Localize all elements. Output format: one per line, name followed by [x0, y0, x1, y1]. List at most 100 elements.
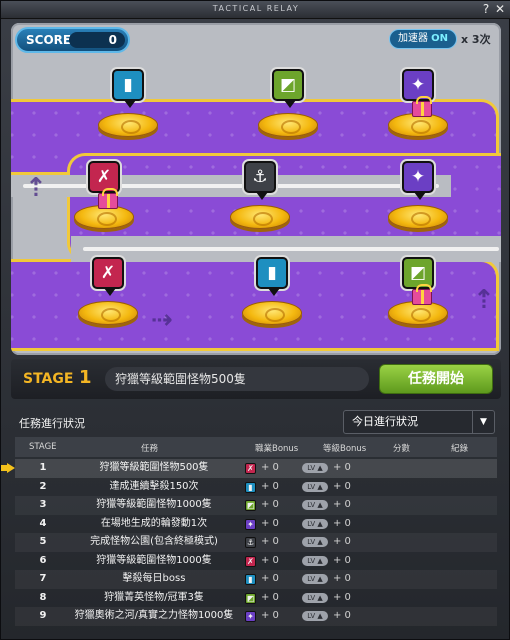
stage-node: ◩ — [385, 257, 451, 335]
stage-node: ▮ — [95, 69, 161, 147]
stage-number-cell: 5 — [39, 536, 47, 547]
arrow-right-icon: ⇢ — [151, 305, 173, 335]
help-button[interactable]: ? — [479, 2, 493, 16]
progress-filter-value: 今日進行狀況 — [352, 415, 418, 428]
col-task: 任務 — [141, 444, 159, 454]
table-row: 6 狩獵等級範圍怪物1000隻 ✗ + 0 LV ▲ + 0 — [15, 552, 497, 571]
stage-number-cell: 1 — [39, 462, 47, 473]
book-icon: ▮ — [256, 257, 288, 296]
anchor-icon: ⚓ — [244, 161, 276, 200]
stage-task-text: 狩獵等級範圍怪物500隻 — [105, 367, 369, 391]
stage-node: ✗ — [71, 161, 137, 239]
sword-icon: ✗ — [245, 463, 256, 474]
gift-box-icon — [98, 188, 118, 209]
level-badge: LV ▲ — [302, 592, 328, 603]
table-row: 1 狩獵等級範圍怪物500隻 ✗ + 0 LV ▲ + 0 — [15, 459, 497, 478]
accelerator-state: ON — [431, 33, 449, 44]
job-bonus-cell: + 0 — [261, 573, 279, 584]
col-level-bonus: 等級Bonus — [323, 444, 367, 454]
job-bonus-cell: + 0 — [261, 610, 279, 621]
job-bonus-cell: + 0 — [261, 462, 279, 473]
coin-platform — [388, 205, 448, 229]
current-stage-pointer-icon — [1, 463, 15, 473]
stage-node: ✦ — [385, 161, 451, 239]
progress-table-body: 1 狩獵等級範圍怪物500隻 ✗ + 0 LV ▲ + 0 2 達成連續擊殺150次 ▮ + 0 L… — [15, 459, 497, 626]
stage-label: STAGE — [23, 371, 74, 387]
coin-platform — [78, 301, 138, 325]
anchor-icon: ⚓ — [245, 537, 256, 548]
table-row: 8 狩獵菁英怪物/冠軍3隻 ◩ + 0 LV ▲ + 0 — [15, 589, 497, 608]
level-badge: LV ▲ — [302, 611, 328, 621]
stage-bar: STAGE 1 狩獵等級範圍怪物500隻 任務開始 — [11, 359, 501, 399]
level-badge: LV ▲ — [302, 500, 328, 510]
sword-icon: ✗ — [92, 257, 124, 296]
level-bonus-cell: + 0 — [333, 517, 351, 529]
task-cell: 擊殺每日boss — [122, 573, 186, 584]
gift-box-icon — [412, 96, 432, 117]
level-bonus-cell: + 0 — [333, 610, 351, 621]
level-bonus-cell: + 0 — [333, 499, 351, 510]
level-badge: LV ▲ — [302, 537, 328, 547]
level-bonus-cell: + 0 — [333, 480, 351, 492]
task-cell: 狩獵等級範圍怪物1000隻 — [96, 499, 212, 510]
accelerator-toggle[interactable]: 加速器 ON — [389, 29, 457, 49]
table-row: 9 狩獵奧術之河/真實之力怪物1000隻 ✦ + 0 LV ▲ + 0 — [15, 607, 497, 626]
accelerator-label: 加速器 — [397, 33, 428, 44]
level-badge: LV ▲ — [302, 574, 328, 584]
start-mission-button[interactable]: 任務開始 — [379, 364, 493, 394]
score-display: SCORE 0 — [15, 27, 130, 53]
shuriken-icon: ✦ — [402, 161, 434, 200]
task-cell: 在場地生成的輪發動1次 — [100, 517, 208, 529]
level-badge: LV ▲ — [302, 518, 328, 529]
sword-icon: ✗ — [245, 555, 256, 567]
gift-box-icon — [412, 284, 432, 305]
title-bar: TACTICAL RELAY ? ✕ — [1, 1, 510, 19]
stage-number-cell: 3 — [39, 499, 47, 510]
stage-number-cell: 7 — [39, 573, 47, 584]
arrow-up-icon: ⇡ — [25, 173, 47, 203]
crosshair-icon: ◩ — [245, 592, 256, 604]
job-bonus-cell: + 0 — [261, 591, 279, 603]
task-cell: 達成連續擊殺150次 — [109, 480, 199, 492]
level-bonus-cell: + 0 — [333, 591, 351, 603]
stage-number-cell: 2 — [39, 480, 47, 492]
progress-title: 任務進行狀況 — [19, 417, 85, 430]
accelerator-multiplier: x 3次 — [461, 33, 491, 46]
level-badge: LV ▲ — [302, 463, 328, 473]
stage-node: ✗ — [75, 257, 141, 335]
col-job-bonus: 職業Bonus — [255, 444, 299, 454]
level-bonus-cell: + 0 — [333, 573, 351, 584]
progress-panel: 任務進行狀況 今日進行狀況 ▼ STAGE 任務 職業Bonus 等級Bonus… — [1, 405, 503, 635]
stage-node: ◩ — [255, 69, 321, 147]
col-score: 分數 — [393, 444, 411, 454]
col-record: 紀錄 — [451, 444, 469, 454]
stage-node: ▮ — [239, 257, 305, 335]
progress-filter-dropdown[interactable]: 今日進行狀況 ▼ — [343, 410, 495, 434]
job-bonus-cell: + 0 — [261, 554, 279, 566]
level-bonus-cell: + 0 — [333, 554, 351, 566]
close-button[interactable]: ✕ — [493, 2, 507, 16]
score-label: SCORE — [26, 33, 72, 47]
arrow-up-icon: ⇡ — [473, 285, 495, 315]
book-icon: ▮ — [112, 69, 144, 108]
book-icon: ▮ — [245, 481, 256, 493]
tactical-relay-window: TACTICAL RELAY ? ✕ ⇡ ⇡ ⇢ SCORE 0 加速器 ON … — [0, 0, 510, 640]
table-row: 2 達成連續擊殺150次 ▮ + 0 LV ▲ + 0 — [15, 478, 497, 497]
book-icon: ▮ — [245, 574, 256, 585]
stage-number-cell: 8 — [39, 591, 47, 603]
level-badge: LV ▲ — [302, 555, 328, 566]
stage-number-cell: 9 — [39, 610, 47, 621]
relay-board: ⇡ ⇡ ⇢ SCORE 0 加速器 ON x 3次 ▮ ◩ ✦ ✗ ⚓ ✦ ✗ ▮ ◩ — [11, 23, 501, 355]
col-stage: STAGE — [29, 442, 57, 452]
task-cell: 狩獵奧術之河/真實之力怪物1000隻 — [74, 610, 234, 621]
level-bonus-cell: + 0 — [333, 536, 351, 547]
shuriken-icon: ✦ — [245, 611, 256, 622]
table-row: 4 在場地生成的輪發動1次 ✦ + 0 LV ▲ + 0 — [15, 515, 497, 534]
task-cell: 狩獵菁英怪物/冠軍3隻 — [104, 591, 204, 603]
table-header: STAGE 任務 職業Bonus 等級Bonus 分數 紀錄 — [15, 437, 497, 457]
stage-node: ✦ — [385, 69, 451, 147]
job-bonus-cell: + 0 — [261, 517, 279, 529]
job-bonus-cell: + 0 — [261, 536, 279, 547]
window-title: TACTICAL RELAY — [212, 4, 300, 13]
stage-number-cell: 6 — [39, 554, 47, 566]
